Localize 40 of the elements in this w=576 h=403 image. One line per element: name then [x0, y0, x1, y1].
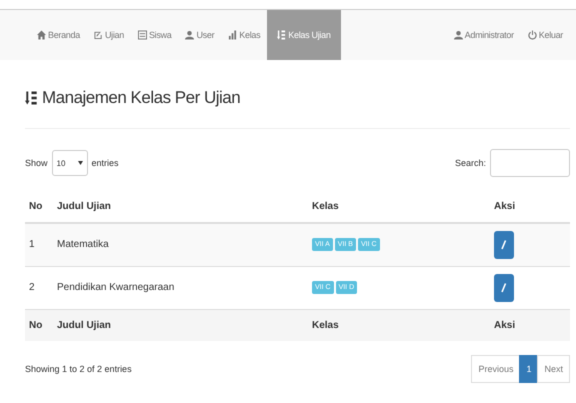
search-label: Search:: [454, 158, 486, 168]
next-button[interactable]: Next: [537, 355, 570, 383]
footer-cell: No: [25, 309, 53, 341]
nav-link[interactable]: Kelas Ujian: [267, 10, 341, 60]
table-cell: 1: [25, 223, 53, 266]
table-info: Showing 1 to 2 of 2 entries: [25, 364, 132, 374]
sort-icon: [25, 90, 38, 106]
show-label: Show: [25, 158, 48, 168]
previous-button[interactable]: Previous: [471, 355, 520, 383]
power-icon: [528, 30, 537, 40]
edit-button[interactable]: [494, 274, 514, 302]
nav-link[interactable]: Siswa: [130, 10, 178, 60]
edit-icon: [94, 30, 103, 40]
user-icon: [185, 30, 194, 40]
entries-label: entries: [92, 158, 119, 168]
page-button[interactable]: 1: [519, 355, 538, 383]
nav-link[interactable]: Kelas: [221, 10, 268, 60]
nav-link[interactable]: Ujian: [86, 10, 131, 60]
home-icon: [37, 30, 46, 40]
nav-link[interactable]: Keluar: [520, 10, 570, 60]
nav-link[interactable]: Administrator: [446, 10, 521, 60]
table-cell: Matematika: [53, 223, 308, 266]
nav-link[interactable]: Beranda: [30, 10, 87, 60]
table-cell: 2: [25, 266, 53, 309]
footer-cell: Kelas: [308, 309, 490, 341]
chart-icon: [228, 30, 238, 40]
caret-icon: [78, 161, 83, 165]
page-title: Manajemen Kelas Per Ujian: [42, 88, 240, 108]
sort-icon: [277, 30, 286, 40]
footer-cell: Judul Ujian: [53, 309, 308, 341]
table-cell: Pendidikan Kwarnegaraan: [53, 266, 308, 309]
entries-select[interactable]: 10: [52, 150, 88, 176]
nav-link[interactable]: User: [178, 10, 222, 60]
edit-button[interactable]: [494, 230, 514, 259]
pencil-icon: [501, 282, 507, 292]
pencil-icon: [501, 240, 507, 250]
search-field[interactable]: [490, 149, 570, 177]
footer-cell: Aksi: [490, 309, 570, 341]
list-icon: [138, 30, 147, 40]
user-icon: [454, 30, 463, 40]
